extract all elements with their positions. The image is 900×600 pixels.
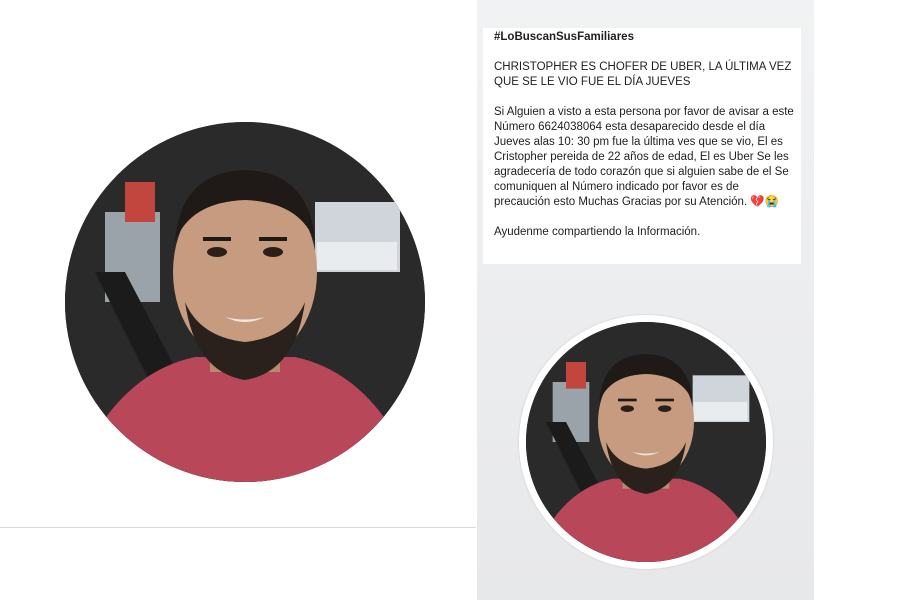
post-headline: CHRISTOPHER ES CHOFER DE UBER, LA ÚLTIMA…: [494, 61, 792, 88]
profile-photo-small[interactable]: [526, 322, 766, 562]
divider: [0, 527, 476, 528]
profile-photo-large[interactable]: [65, 122, 425, 482]
person-photo-icon: [65, 122, 425, 482]
person-photo-icon: [526, 322, 766, 562]
post-footer: Ayudenme compartiendo la Información.: [494, 226, 701, 238]
post-body: Si Alguien a visto a esta persona por fa…: [494, 106, 794, 208]
post-hashtag[interactable]: #LoBuscanSusFamiliares: [494, 30, 794, 45]
page-margin: [814, 0, 900, 600]
post-text: #LoBuscanSusFamiliares CHRISTOPHER ES CH…: [494, 30, 794, 255]
